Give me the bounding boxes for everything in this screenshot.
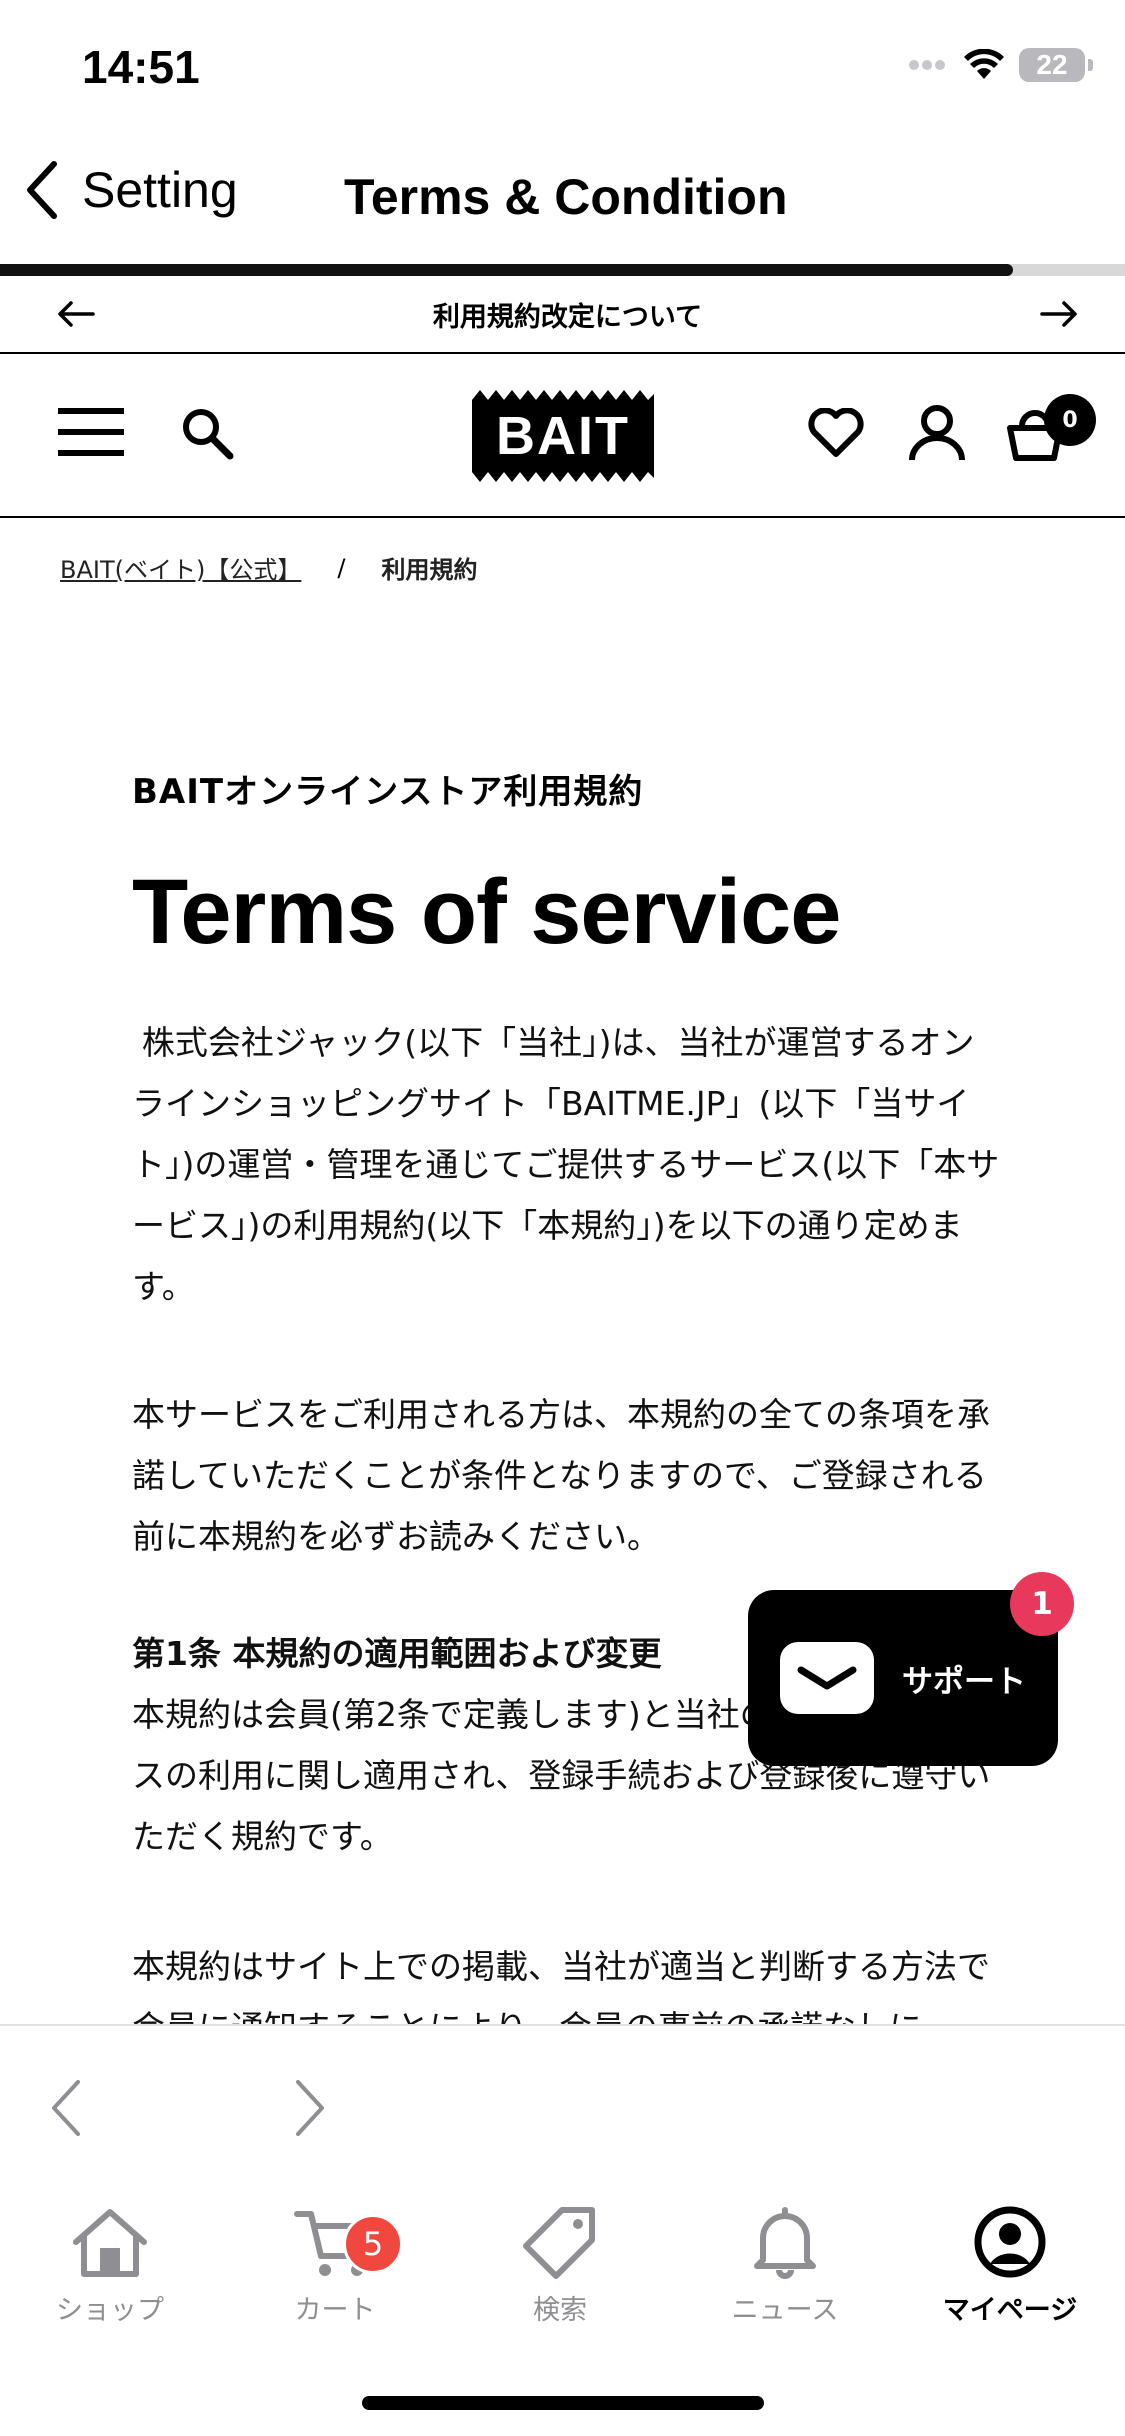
intro-paragraph: 株式会社ジャック(以下「当社」)は、当社が運営するオンラインショッピングサイト「… xyxy=(132,1012,1002,1317)
tab-cart-label: カート xyxy=(294,2295,376,2326)
tab-news-label: ニュース xyxy=(731,2295,839,2326)
support-label: サポート xyxy=(902,1663,1026,1700)
menu-button[interactable] xyxy=(58,406,124,462)
browser-nav-bar xyxy=(0,2024,1125,2190)
tab-shop-label: ショップ xyxy=(56,2295,164,2326)
page-title: Terms & Condition xyxy=(344,169,788,225)
announcement-bar: 利用規約改定について xyxy=(0,276,1125,354)
intro-text: 株式会社ジャック(以下「当社」)は、当社が運営するオンラインショッピングサイト「… xyxy=(132,1023,1000,1306)
chevron-left-icon xyxy=(52,2080,80,2136)
announcement-next-button[interactable] xyxy=(1021,276,1097,352)
home-icon xyxy=(73,2209,147,2277)
arrow-left-icon xyxy=(58,301,95,327)
browser-forward-button[interactable] xyxy=(290,2078,330,2142)
notice-paragraph: 本サービスをご利用される方は、本規約の全ての条項を承諾していただくことが条件とな… xyxy=(132,1384,1002,1567)
section-1-continued: 本規約はサイト上での掲載、当社が適当と判断する方法で会員に通知することにより、会… xyxy=(132,1936,1002,2024)
signal-icon xyxy=(909,60,945,70)
status-time: 14:51 xyxy=(82,41,200,93)
tag-icon xyxy=(523,2207,595,2279)
logo-text: BAIT xyxy=(496,406,630,466)
search-icon xyxy=(183,409,234,460)
chevron-right-icon xyxy=(296,2080,324,2136)
wishlist-button[interactable] xyxy=(808,407,864,462)
announcement-prev-button[interactable] xyxy=(38,276,114,352)
arrow-right-icon xyxy=(1040,301,1077,327)
breadcrumb: BAIT(ベイト)【公式】 / 利用規約 xyxy=(60,550,477,585)
browser-back-button[interactable] xyxy=(46,2078,86,2142)
tab-cart[interactable]: カート 5 xyxy=(245,2204,425,2327)
section-1-body-2: 本規約はサイト上での掲載、当社が適当と判断する方法で会員に通知することにより、会… xyxy=(132,1947,990,2024)
announcement-link[interactable]: 利用規約改定について xyxy=(433,295,702,334)
search-button[interactable] xyxy=(180,406,234,464)
account-button[interactable] xyxy=(908,404,966,466)
tab-search-label: 検索 xyxy=(533,2295,587,2326)
breadcrumb-current: 利用規約 xyxy=(381,556,478,584)
heart-icon xyxy=(808,407,864,457)
support-notification-badge: 1 xyxy=(1010,1572,1074,1636)
cart-count-badge: 0 xyxy=(1044,394,1096,446)
wifi-icon xyxy=(964,49,1004,79)
home-indicator xyxy=(362,2396,764,2410)
terms-heading: Terms of service xyxy=(132,861,841,963)
notice-text: 本サービスをご利用される方は、本規約の全ての条項を承諾していただくことが条件とな… xyxy=(132,1395,990,1556)
store-title: BAITオンラインストア利用規約 xyxy=(132,772,644,812)
bell-icon xyxy=(754,2207,816,2279)
user-icon xyxy=(909,405,965,461)
chevron-left-icon xyxy=(27,161,57,219)
tab-mypage-label: マイページ xyxy=(942,2295,1078,2326)
site-header: BAIT 0 xyxy=(0,354,1125,518)
bait-logo[interactable]: BAIT xyxy=(472,390,654,482)
tab-news[interactable]: ニュース xyxy=(695,2204,875,2327)
back-button[interactable]: Setting xyxy=(22,160,238,220)
hamburger-icon xyxy=(58,408,124,456)
account-icon xyxy=(974,2206,1046,2278)
cart-tab-badge: 5 xyxy=(343,2214,403,2274)
tab-shop[interactable]: ショップ xyxy=(20,2204,200,2327)
load-progress-bar xyxy=(0,264,1013,276)
breadcrumb-separator: / xyxy=(337,553,346,582)
tab-mypage[interactable]: マイページ xyxy=(920,2204,1100,2327)
breadcrumb-home-link[interactable]: BAIT(ベイト)【公式】 xyxy=(60,550,301,585)
status-indicators: 22 xyxy=(909,48,1093,82)
message-icon xyxy=(780,1642,874,1714)
battery-indicator: 22 xyxy=(1019,48,1093,82)
tab-search[interactable]: 検索 xyxy=(470,2204,650,2327)
back-label: Setting xyxy=(82,162,238,218)
